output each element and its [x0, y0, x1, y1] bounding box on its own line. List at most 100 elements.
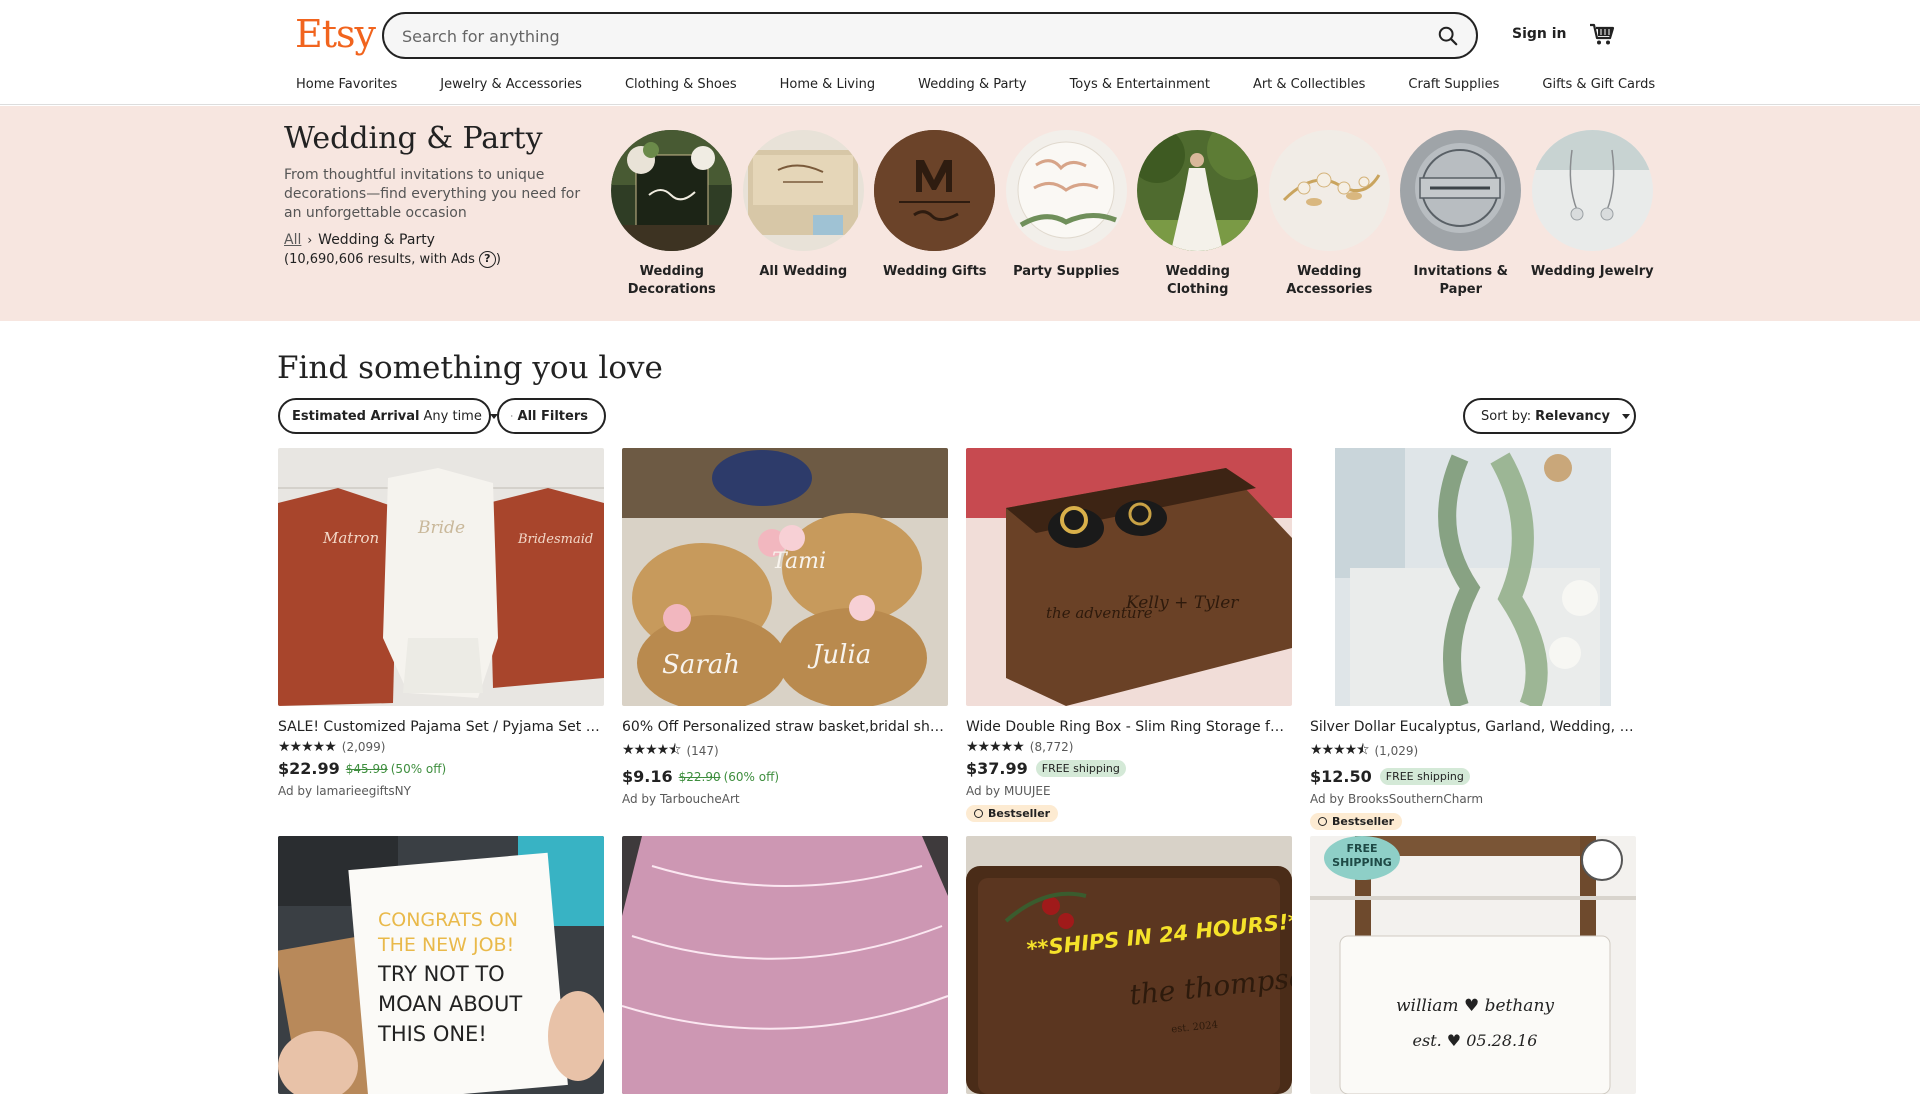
product-title[interactable]: 60% Off Personalized straw basket,bridal… — [622, 719, 948, 735]
category-wedding-clothing[interactable]: Wedding Clothing — [1132, 130, 1264, 299]
star-rating-icon: ★★★★⯪ — [1310, 739, 1368, 763]
category-nav: Home Favorites Jewelry & Accessories Clo… — [296, 77, 1655, 92]
sort-value: Relevancy — [1535, 409, 1610, 424]
price-row: $37.99 FREE shipping — [966, 759, 1292, 778]
category-wedding-accessories[interactable]: Wedding Accessories — [1264, 130, 1396, 299]
breadcrumb-all-link[interactable]: All — [284, 232, 301, 248]
svg-text:Tami: Tami — [772, 549, 826, 574]
product-rating: ★★★★★ (8,772) — [966, 739, 1292, 755]
product-image[interactable] — [622, 836, 948, 1094]
sign-in-link[interactable]: Sign in — [1512, 26, 1567, 42]
category-label: Wedding Gifts — [872, 263, 997, 281]
estimated-arrival-filter[interactable]: Estimated Arrival Any time — [278, 398, 491, 434]
nav-wedding-party[interactable]: Wedding & Party — [918, 77, 1026, 92]
product-card[interactable]: Silver Dollar Eucalyptus, Garland, Weddi… — [1310, 448, 1636, 830]
product-card[interactable]: SarahJuliaTami 60% Off Personalized stra… — [622, 448, 948, 806]
all-filters-button[interactable]: All Filters — [497, 398, 606, 434]
category-wedding-gifts[interactable]: Wedding Gifts — [869, 130, 1001, 299]
seller-ad-label[interactable]: Ad by TarboucheArt — [622, 792, 948, 806]
cart-button[interactable] — [1588, 20, 1616, 48]
results-count: (10,690,606 results, with Ads ? ) — [284, 251, 501, 268]
original-price: $22.90 — [679, 770, 721, 784]
product-image[interactable] — [1310, 448, 1636, 706]
product-rating: ★★★★⯪ (1,029) — [1310, 739, 1636, 763]
wedding-decorations-thumb — [611, 130, 732, 251]
star-rating-icon: ★★★★★ — [278, 739, 336, 755]
party-supplies-thumb — [1006, 130, 1127, 251]
svg-text:Bridesmaid: Bridesmaid — [517, 532, 593, 547]
invitations-paper-thumb — [1400, 130, 1521, 251]
product-image[interactable]: MatronBrideBridesmaid — [278, 448, 604, 706]
product-title[interactable]: SALE! Customized Pajama Set / Pyjama Set… — [278, 719, 604, 735]
free-shipping-ribbon: FREE — [1346, 842, 1377, 855]
bestseller-badge: Bestseller — [1310, 813, 1402, 830]
price-row: $9.16 $22.90 (60% off) — [622, 767, 948, 786]
category-wedding-jewelry[interactable]: Wedding Jewelry — [1527, 130, 1659, 299]
nav-toys-entertainment[interactable]: Toys & Entertainment — [1070, 77, 1210, 92]
product-image[interactable]: **SHIPS IN 24 HOURS!**the thompsonsest. … — [966, 836, 1292, 1094]
section-title: Find something you love — [277, 350, 663, 386]
nav-gifts-gift-cards[interactable]: Gifts & Gift Cards — [1542, 77, 1655, 92]
product-image[interactable]: CONGRATS ONTHE NEW JOB!TRY NOT TOMOAN AB… — [278, 836, 604, 1094]
product-title[interactable]: Silver Dollar Eucalyptus, Garland, Weddi… — [1310, 719, 1636, 735]
product-image[interactable]: the adventureKelly + Tyler — [966, 448, 1292, 706]
seller-ad-label[interactable]: Ad by lamarieegiftsNY — [278, 784, 604, 798]
product-card[interactable]: FREESHIPPINGwilliam ♥ bethanyest. ♥ 05.2… — [1310, 836, 1636, 1094]
sale-price: $22.99 — [278, 759, 340, 778]
category-label: All Wedding — [741, 263, 866, 281]
all-filters-label: All Filters — [518, 409, 588, 424]
help-icon[interactable]: ? — [479, 251, 496, 268]
nav-jewelry-accessories[interactable]: Jewelry & Accessories — [440, 77, 582, 92]
star-rating-icon: ★★★★★ — [966, 739, 1024, 755]
category-invitations-paper[interactable]: Invitations & Paper — [1395, 130, 1527, 299]
seller-ad-label[interactable]: Ad by BrooksSouthernCharm — [1310, 792, 1636, 806]
category-label: Wedding Clothing — [1135, 263, 1260, 299]
review-count: (1,029) — [1374, 744, 1418, 758]
product-card[interactable]: MatronBrideBridesmaid SALE! Customized P… — [278, 448, 604, 798]
sale-price: $37.99 — [966, 759, 1028, 778]
results-text-close: ) — [496, 252, 501, 267]
category-circles: Wedding Decorations All Wedding Wedding … — [606, 130, 1658, 299]
product-card[interactable]: **SHIPS IN 24 HOURS!**the thompsonsest. … — [966, 836, 1292, 1094]
category-wedding-decorations[interactable]: Wedding Decorations — [606, 130, 738, 299]
category-label: Wedding Jewelry — [1530, 263, 1655, 281]
cart-icon — [1588, 20, 1616, 48]
product-image[interactable]: FREESHIPPINGwilliam ♥ bethanyest. ♥ 05.2… — [1310, 836, 1636, 1094]
category-all-wedding[interactable]: All Wedding — [738, 130, 870, 299]
category-party-supplies[interactable]: Party Supplies — [1001, 130, 1133, 299]
pillow-date: est. ♥ 05.28.16 — [1413, 1031, 1538, 1050]
page-title: Wedding & Party — [284, 121, 543, 156]
bestseller-badge: Bestseller — [966, 805, 1058, 822]
product-image[interactable]: SarahJuliaTami — [622, 448, 948, 706]
search-icon — [1437, 25, 1459, 47]
star-rating-icon: ★★★★⯪ — [622, 739, 680, 763]
nav-home-favorites[interactable]: Home Favorites — [296, 77, 397, 92]
etsy-logo[interactable]: Etsy — [295, 12, 375, 56]
filter-value: Any time — [424, 409, 482, 424]
pillow-names: william ♥ bethany — [1396, 996, 1554, 1016]
card-text-line: CONGRATS ON — [378, 909, 518, 931]
product-card[interactable]: the adventureKelly + Tyler Wide Double R… — [966, 448, 1292, 822]
category-label: Wedding Decorations — [609, 263, 734, 299]
review-count: (147) — [686, 744, 718, 758]
filter-sliders-icon — [511, 409, 513, 423]
bestseller-label: Bestseller — [1332, 815, 1394, 828]
card-text-line: TRY NOT TO — [377, 962, 505, 986]
product-title[interactable]: Wide Double Ring Box - Slim Ring Storage… — [966, 719, 1292, 735]
search-button[interactable] — [1432, 21, 1464, 51]
search-bar[interactable] — [382, 12, 1478, 59]
product-card[interactable]: CONGRATS ONTHE NEW JOB!TRY NOT TOMOAN AB… — [278, 836, 604, 1094]
seller-ad-label[interactable]: Ad by MUUJEE — [966, 784, 1292, 798]
site-header: Etsy Sign in Home Favorites Jewelry & Ac… — [0, 0, 1920, 105]
nav-home-living[interactable]: Home & Living — [780, 77, 875, 92]
nav-clothing-shoes[interactable]: Clothing & Shoes — [625, 77, 737, 92]
sort-dropdown[interactable]: Sort by: Relevancy — [1463, 398, 1636, 434]
nav-craft-supplies[interactable]: Craft Supplies — [1408, 77, 1499, 92]
category-hero: Wedding & Party From thoughtful invitati… — [0, 106, 1920, 321]
category-label: Wedding Accessories — [1267, 263, 1392, 299]
search-input[interactable] — [402, 24, 1362, 48]
nav-art-collectibles[interactable]: Art & Collectibles — [1253, 77, 1365, 92]
wedding-clothing-thumb — [1137, 130, 1258, 251]
product-card[interactable] — [622, 836, 948, 1094]
card-text-line: THE NEW JOB! — [377, 934, 514, 956]
